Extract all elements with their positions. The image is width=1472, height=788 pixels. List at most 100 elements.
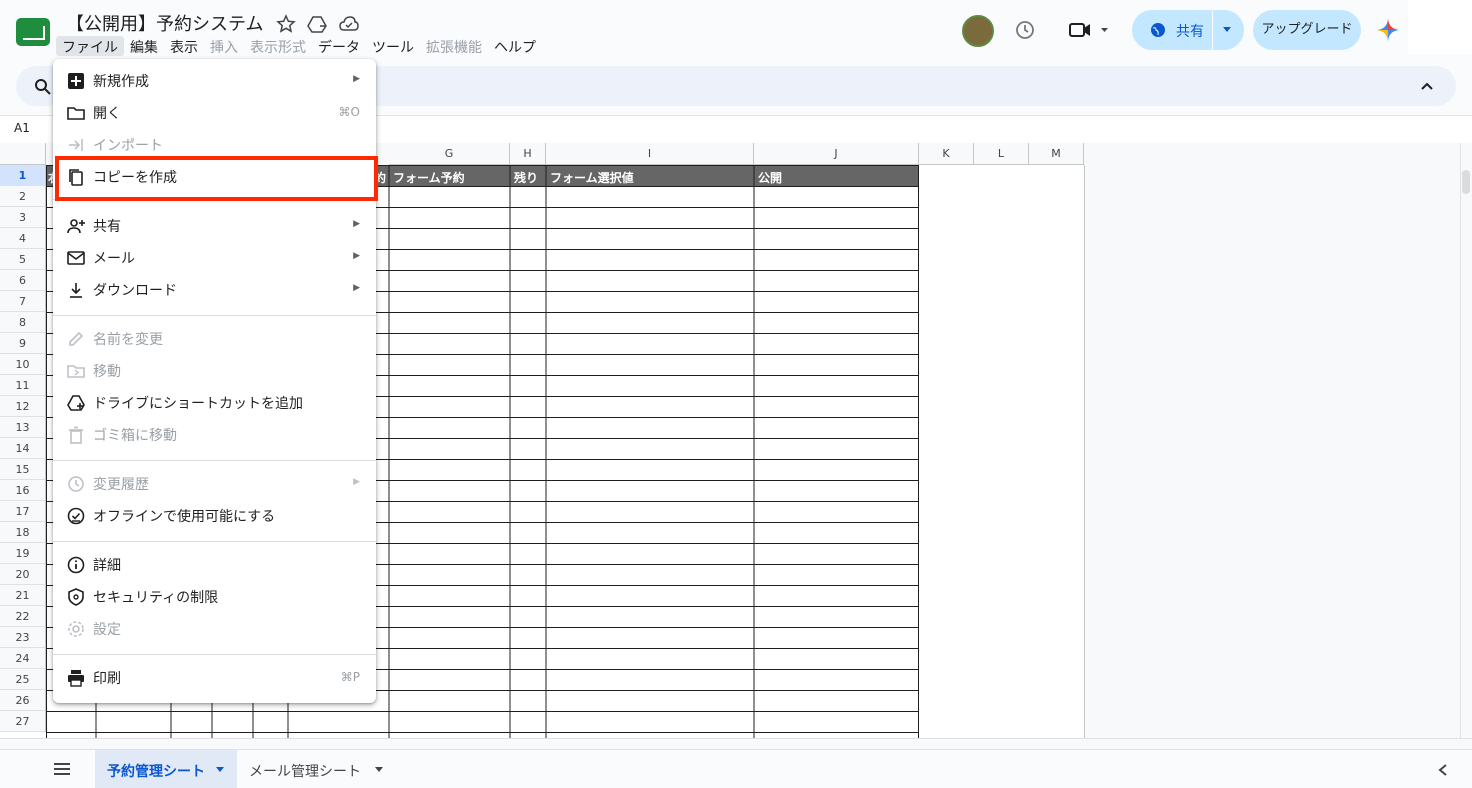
row-header[interactable]: 15 [0, 459, 46, 480]
row-header[interactable]: 10 [0, 354, 46, 375]
sheet-tab-active[interactable]: 予約管理シート [95, 750, 237, 788]
person-add-icon [67, 219, 85, 234]
menu-insert[interactable]: 挿入 [204, 36, 244, 56]
menu-item-details[interactable]: 詳細 [53, 549, 376, 581]
row-header[interactable]: 14 [0, 438, 46, 459]
row-header[interactable]: 20 [0, 564, 46, 585]
chevron-down-icon[interactable] [215, 766, 225, 774]
row-header[interactable]: 24 [0, 648, 46, 669]
menu-item-open[interactable]: 開く ⌘O [53, 97, 376, 129]
menu-view[interactable]: 表示 [164, 36, 204, 56]
menu-item-security[interactable]: セキュリティの制限 [53, 581, 376, 613]
column-header-l[interactable]: L [974, 143, 1029, 165]
header-cell-g[interactable]: フォーム予約 [393, 169, 465, 186]
menu-extensions[interactable]: 拡張機能 [420, 36, 488, 56]
row-header[interactable]: 6 [0, 270, 46, 291]
row-header[interactable]: 18 [0, 522, 46, 543]
row-header[interactable]: 7 [0, 291, 46, 312]
row-header[interactable]: 1 [0, 165, 46, 186]
row-header[interactable]: 23 [0, 627, 46, 648]
header-cell-j[interactable]: 公開 [758, 169, 782, 186]
row-header[interactable]: 4 [0, 228, 46, 249]
column-header-k[interactable]: K [919, 143, 974, 165]
row-header[interactable]: 26 [0, 690, 46, 711]
gemini-sparkle-icon[interactable] [1376, 18, 1400, 42]
column-header-h[interactable]: H [510, 143, 546, 165]
submenu-arrow-icon: ▶ [353, 283, 360, 293]
highlight-box [55, 156, 378, 201]
row-header[interactable]: 11 [0, 375, 46, 396]
star-icon[interactable] [276, 14, 296, 34]
trash-icon [69, 426, 83, 444]
sheets-logo-icon[interactable] [16, 18, 50, 46]
shield-lock-icon [68, 588, 84, 606]
menu-file[interactable]: ファイル [56, 36, 124, 56]
row-header[interactable]: 22 [0, 606, 46, 627]
empty-grid-area[interactable] [1084, 165, 1460, 738]
menu-item-share[interactable]: 共有 ▶ [53, 210, 376, 242]
collapse-up-icon[interactable] [1420, 80, 1434, 92]
row-header[interactable]: 16 [0, 480, 46, 501]
column-header-i[interactable]: I [546, 143, 754, 165]
row-header[interactable]: 9 [0, 333, 46, 354]
document-title[interactable]: 【公開用】予約システム [66, 10, 263, 36]
menu-bar: ファイル 編集 表示 挿入 表示形式 データ ツール 拡張機能 ヘルプ [56, 36, 542, 56]
printer-icon [68, 670, 84, 687]
globe-icon [1151, 23, 1165, 37]
submenu-arrow-icon: ▶ [353, 219, 360, 229]
all-sheets-menu-icon[interactable] [54, 762, 70, 776]
header-cell-h[interactable]: 残り [514, 169, 538, 186]
row-header[interactable]: 17 [0, 501, 46, 522]
menu-tools[interactable]: ツール [366, 36, 420, 56]
sheet-tab-label: メール管理シート [249, 764, 361, 780]
history-icon[interactable] [1014, 19, 1036, 41]
download-icon [70, 283, 82, 298]
menu-item-rename[interactable]: 名前を変更 [53, 323, 376, 355]
share-button[interactable]: 共有 [1132, 10, 1244, 50]
menu-item-print[interactable]: 印刷 ⌘P [53, 662, 376, 694]
column-header-j[interactable]: J [754, 143, 919, 165]
submenu-arrow-icon: ▶ [353, 251, 360, 261]
row-header[interactable]: 13 [0, 417, 46, 438]
menu-item-add-shortcut[interactable]: ドライブにショートカットを追加 [53, 387, 376, 419]
search-icon[interactable] [34, 78, 52, 96]
name-box[interactable]: A1 [14, 121, 30, 135]
row-header[interactable]: 3 [0, 207, 46, 228]
cloud-saved-icon[interactable] [339, 14, 359, 34]
vertical-scrollbar[interactable] [1460, 143, 1472, 738]
menu-item-trash[interactable]: ゴミ箱に移動 [53, 419, 376, 451]
row-header[interactable]: 12 [0, 396, 46, 417]
menu-format[interactable]: 表示形式 [244, 36, 312, 56]
move-to-drive-icon[interactable] [307, 14, 327, 34]
column-header-g[interactable]: G [389, 143, 510, 165]
row-header[interactable]: 21 [0, 585, 46, 606]
menu-item-settings[interactable]: 設定 [53, 613, 376, 645]
menu-data[interactable]: データ [312, 36, 366, 56]
menu-help[interactable]: ヘルプ [488, 36, 542, 56]
chevron-down-icon[interactable] [374, 766, 384, 774]
chevron-down-icon[interactable] [1222, 26, 1232, 34]
menu-item-download[interactable]: ダウンロード ▶ [53, 274, 376, 306]
sheet-tab[interactable]: メール管理シート [249, 750, 389, 788]
meet-video-icon[interactable] [1068, 20, 1112, 40]
header-cell-i[interactable]: フォーム選択値 [550, 169, 634, 186]
menu-edit[interactable]: 編集 [124, 36, 164, 56]
row-header[interactable]: 5 [0, 249, 46, 270]
avatar[interactable] [962, 15, 994, 47]
upgrade-button[interactable]: アップグレード [1253, 10, 1361, 50]
menu-item-offline[interactable]: オフラインで使用可能にする [53, 500, 376, 532]
row-header[interactable]: 25 [0, 669, 46, 690]
select-all-corner[interactable] [0, 143, 46, 165]
menu-item-version-history[interactable]: 変更履歴 ▶ [53, 468, 376, 500]
menu-item-email[interactable]: メール ▶ [53, 242, 376, 274]
scrollbar-thumb[interactable] [1462, 170, 1470, 194]
row-header[interactable]: 8 [0, 312, 46, 333]
menu-item-move[interactable]: 移動 [53, 355, 376, 387]
chevron-left-icon[interactable] [1438, 764, 1448, 776]
column-header-m[interactable]: M [1029, 143, 1084, 165]
row-header[interactable]: 27 [0, 711, 46, 732]
row-header[interactable]: 19 [0, 543, 46, 564]
top-bar: 【公開用】予約システム ファイル 編集 表示 挿入 表示形式 データ ツール 拡… [0, 0, 1472, 62]
menu-item-new[interactable]: 新規作成 ▶ [53, 65, 376, 97]
row-header[interactable]: 2 [0, 186, 46, 207]
